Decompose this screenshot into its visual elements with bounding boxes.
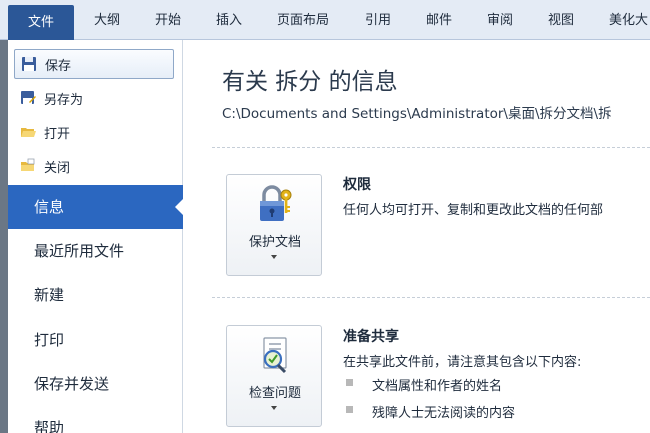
- open-folder-icon: [20, 124, 36, 140]
- tab-page-layout[interactable]: 页面布局: [277, 7, 329, 34]
- save-command[interactable]: 保存: [14, 49, 174, 79]
- sharing-text: 在共享此文件前，请注意其包含以下内容:: [343, 355, 582, 370]
- save-icon: [21, 56, 37, 72]
- section-divider: [212, 297, 650, 298]
- lock-key-icon: [255, 183, 295, 225]
- protect-document-label: 保护文档: [248, 235, 301, 250]
- sharing-heading: 准备共享: [343, 329, 399, 345]
- tab-insert[interactable]: 插入: [216, 7, 242, 34]
- bullet-icon: [346, 379, 353, 386]
- save-label: 保存: [45, 58, 72, 74]
- tab-review[interactable]: 审阅: [487, 7, 513, 34]
- tab-home[interactable]: 开始: [155, 7, 181, 34]
- nav-recent[interactable]: 最近所用文件: [8, 229, 183, 273]
- tab-view[interactable]: 视图: [548, 7, 574, 34]
- tab-outline[interactable]: 大纲: [94, 7, 120, 34]
- nav-help[interactable]: 帮助: [8, 406, 183, 433]
- check-issues-label: 检查问题: [248, 386, 301, 401]
- page-title: 有关 拆分 的信息: [222, 69, 398, 95]
- tab-file[interactable]: 文件: [8, 5, 74, 40]
- save-as-label: 另存为: [44, 92, 84, 108]
- open-label: 打开: [44, 126, 71, 142]
- tab-mailings[interactable]: 邮件: [426, 7, 452, 34]
- bullet-icon: [346, 406, 353, 413]
- section-divider: [212, 147, 650, 148]
- sharing-item: 残障人士无法阅读的内容: [372, 406, 516, 421]
- close-folder-icon: [20, 158, 36, 174]
- nav-info[interactable]: 信息: [8, 185, 184, 229]
- sharing-item: 文档属性和作者的姓名: [372, 379, 503, 394]
- backstage-edge: [0, 40, 8, 433]
- permissions-text: 任何人均可打开、复制和更改此文档的任何部: [343, 203, 604, 218]
- ribbon-tab-bar: 文件 大纲 开始 插入 页面布局 引用 邮件 审阅 视图 美化大: [0, 0, 650, 40]
- close-command[interactable]: 关闭: [14, 151, 174, 181]
- protect-document-button[interactable]: 保护文档: [226, 174, 322, 276]
- check-issues-button[interactable]: 检查问题: [226, 325, 322, 427]
- document-path: C:\Documents and Settings\Administrator\…: [222, 106, 612, 122]
- nav-save-and-send[interactable]: 保存并发送: [8, 362, 183, 406]
- nav-new[interactable]: 新建: [8, 273, 183, 317]
- dropdown-arrow-icon: [271, 255, 277, 259]
- tab-beautify[interactable]: 美化大: [609, 7, 648, 34]
- nav-print[interactable]: 打印: [8, 318, 183, 362]
- save-as-icon: [20, 90, 36, 106]
- inspect-document-icon: [255, 334, 295, 376]
- close-label: 关闭: [44, 160, 71, 176]
- info-panel: 有关 拆分 的信息 C:\Documents and Settings\Admi…: [184, 40, 650, 433]
- save-as-command[interactable]: 另存为: [14, 83, 174, 113]
- open-command[interactable]: 打开: [14, 117, 174, 147]
- dropdown-arrow-icon: [271, 406, 277, 410]
- tab-references[interactable]: 引用: [365, 7, 391, 34]
- permissions-heading: 权限: [343, 177, 371, 193]
